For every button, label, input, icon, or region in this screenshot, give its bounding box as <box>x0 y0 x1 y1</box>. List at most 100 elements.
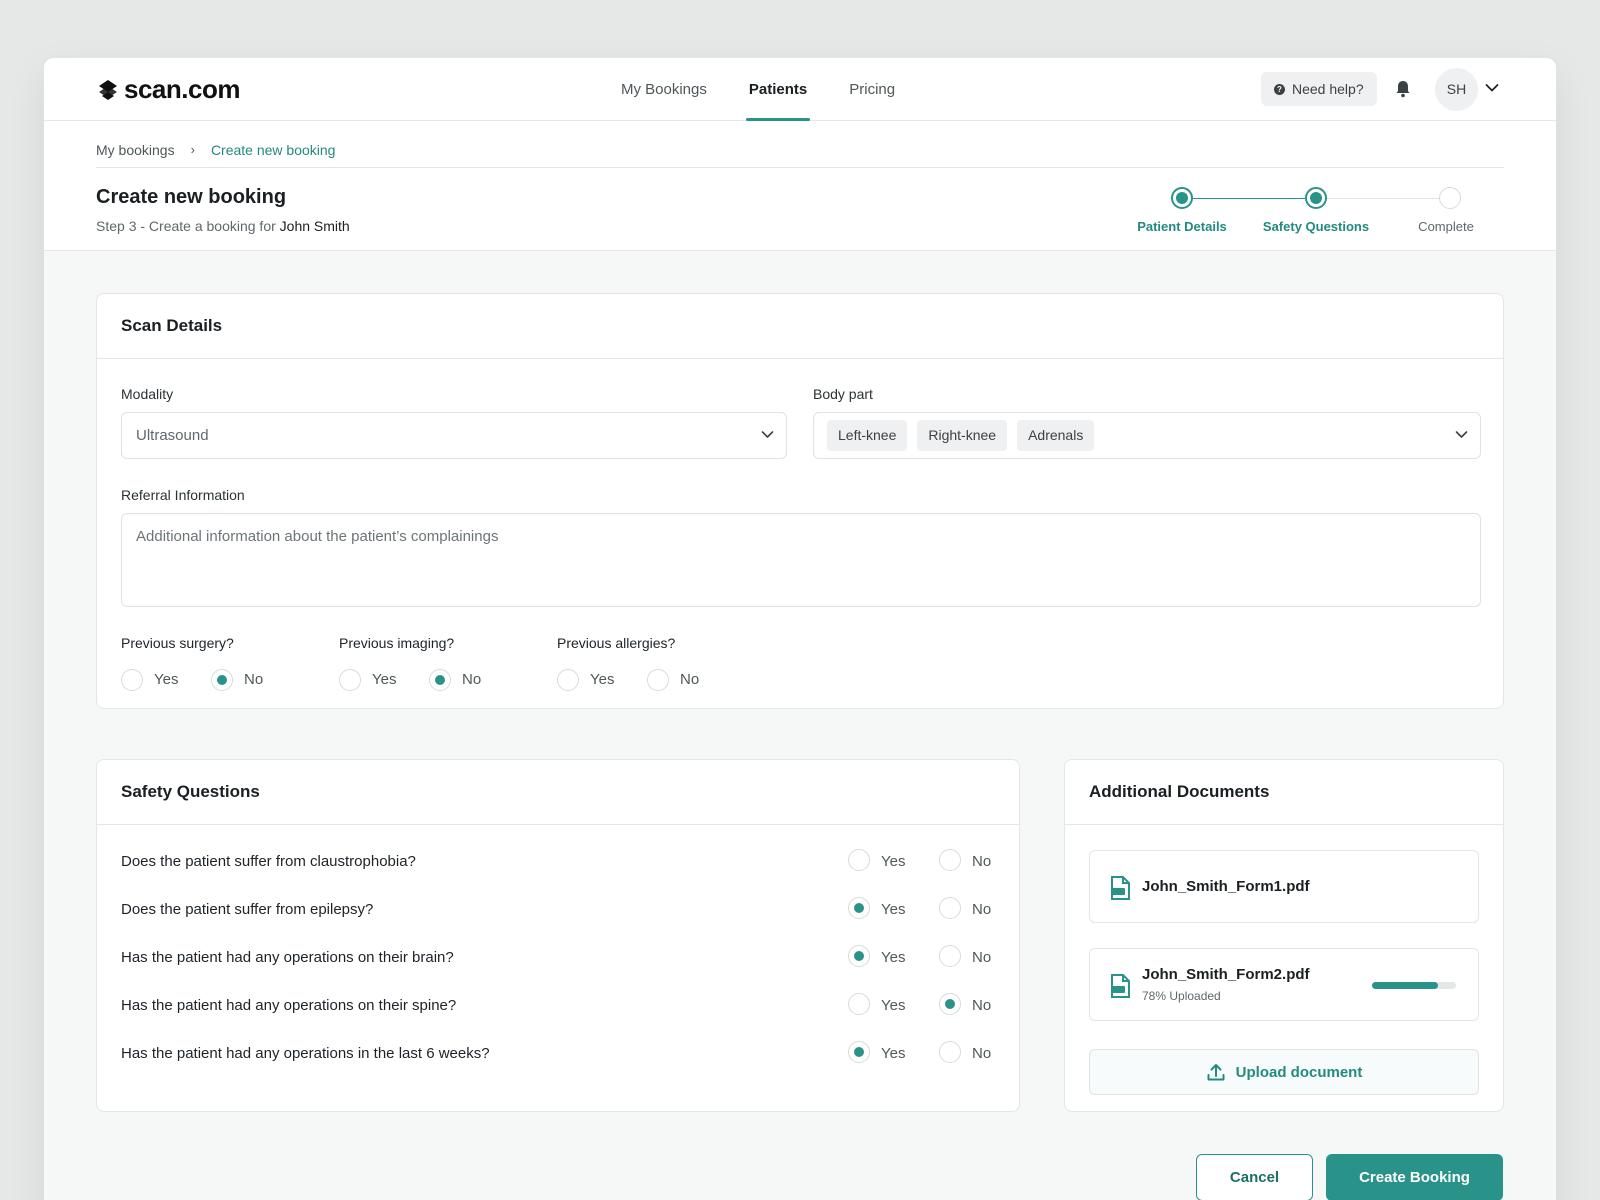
page-title: Create new booking <box>96 186 287 208</box>
additional-documents-card: Additional Documents John_Smith_Form1.pd… <box>1064 759 1504 1112</box>
cancel-button[interactable]: Cancel <box>1196 1154 1313 1200</box>
previous-surgery-label: Previous surgery? <box>121 635 234 651</box>
scan-details-title: Scan Details <box>97 294 1503 359</box>
breadcrumb-current[interactable]: Create new booking <box>211 142 336 158</box>
safety-questions-title: Safety Questions <box>97 760 1019 825</box>
app-window: scan.com My Bookings Patients Pricing ? … <box>44 58 1556 1200</box>
page-subtitle: Step 3 - Create a booking for John Smith <box>96 218 350 234</box>
question-brain-operations: Has the patient had any operations on th… <box>121 949 454 966</box>
referral-textarea[interactable]: Additional information about the patient… <box>121 513 1481 607</box>
step-label-complete: Complete <box>1418 219 1474 234</box>
safety-questions-card: Safety Questions Does the patient suffer… <box>96 759 1020 1112</box>
spine-operations-no-label: No <box>972 997 992 1014</box>
scan-details-card: Scan Details Modality Ultrasound Body pa… <box>96 293 1504 709</box>
step-connector-2 <box>1327 198 1439 199</box>
question-icon: ? <box>1274 83 1285 95</box>
step-dot-safety-questions[interactable] <box>1305 187 1327 209</box>
spine-operations-no-radio[interactable] <box>939 993 961 1015</box>
nav-my-bookings[interactable]: My Bookings <box>600 58 728 121</box>
additional-documents-title: Additional Documents <box>1065 760 1503 825</box>
referral-label: Referral Information <box>121 487 245 503</box>
pdf-file-icon <box>1111 974 1130 998</box>
question-spine-operations: Has the patient had any operations on th… <box>121 997 457 1014</box>
previous-imaging-no-radio[interactable] <box>429 669 451 691</box>
upload-icon <box>1207 1064 1225 1081</box>
previous-imaging-yes-radio[interactable] <box>339 669 361 691</box>
breadcrumb-separator: › <box>190 142 195 157</box>
pdf-file-icon <box>1111 876 1130 900</box>
upload-status: 78% Uploaded <box>1142 989 1221 1003</box>
epilepsy-no-label: No <box>972 901 992 918</box>
modality-label: Modality <box>121 386 174 402</box>
body-part-label: Body part <box>813 386 873 402</box>
previous-allergies-yes-radio[interactable] <box>557 669 579 691</box>
upload-progress-fill <box>1372 982 1438 989</box>
claustrophobia-no-label: No <box>972 853 992 870</box>
previous-allergies-label: Previous allergies? <box>557 635 676 651</box>
body-part-chips: Left-knee Right-knee Adrenals <box>827 420 1095 451</box>
previous-allergies-no-label: No <box>680 671 700 688</box>
question-recent-operations: Has the patient had any operations in th… <box>121 1045 490 1062</box>
user-avatar[interactable]: SH <box>1435 68 1478 111</box>
step-dot-patient-details[interactable] <box>1171 187 1193 209</box>
recent-operations-no-radio[interactable] <box>939 1041 961 1063</box>
epilepsy-no-radio[interactable] <box>939 897 961 919</box>
claustrophobia-no-radio[interactable] <box>939 849 961 871</box>
previous-imaging-yes-label: Yes <box>372 671 397 688</box>
brain-operations-yes-label: Yes <box>881 949 906 966</box>
chevron-down-icon <box>1455 431 1468 438</box>
upload-progress-bar <box>1372 982 1456 989</box>
previous-surgery-yes-label: Yes <box>154 671 179 688</box>
recent-operations-yes-label: Yes <box>881 1045 906 1062</box>
content-area: Scan Details Modality Ultrasound Body pa… <box>44 250 1556 1200</box>
brand-logo[interactable]: scan.com <box>96 74 240 105</box>
spine-operations-yes-radio[interactable] <box>848 993 870 1015</box>
step-connector-1 <box>1193 198 1305 199</box>
claustrophobia-yes-label: Yes <box>881 853 906 870</box>
chevron-down-icon[interactable] <box>1485 83 1499 93</box>
chip-right-knee[interactable]: Right-knee <box>917 420 1008 451</box>
document-item-uploading[interactable]: John_Smith_Form2.pdf 78% Uploaded <box>1089 948 1479 1021</box>
brain-operations-no-label: No <box>972 949 992 966</box>
chip-adrenals[interactable]: Adrenals <box>1017 420 1095 451</box>
previous-surgery-no-label: No <box>244 671 264 688</box>
bell-icon[interactable] <box>1394 79 1412 99</box>
modality-select[interactable]: Ultrasound <box>121 412 787 459</box>
previous-surgery-yes-radio[interactable] <box>121 669 143 691</box>
page-subtitle-prefix: Step 3 - Create a booking for <box>96 218 280 234</box>
upload-document-label: Upload document <box>1235 1063 1363 1081</box>
main-nav: My Bookings Patients Pricing <box>600 58 916 121</box>
claustrophobia-yes-radio[interactable] <box>848 849 870 871</box>
body-part-select[interactable]: Left-knee Right-knee Adrenals <box>813 412 1481 459</box>
nav-patients[interactable]: Patients <box>728 58 828 121</box>
brand-name: scan.com <box>124 74 240 104</box>
document-item[interactable]: John_Smith_Form1.pdf <box>1089 850 1479 923</box>
brain-operations-yes-radio[interactable] <box>848 945 870 967</box>
spine-operations-yes-label: Yes <box>881 997 906 1014</box>
need-help-label: Need help? <box>1292 81 1364 97</box>
previous-imaging-no-label: No <box>462 671 482 688</box>
question-epilepsy: Does the patient suffer from epilepsy? <box>121 901 374 918</box>
previous-imaging-label: Previous imaging? <box>339 635 455 651</box>
chip-left-knee[interactable]: Left-knee <box>827 420 908 451</box>
recent-operations-no-label: No <box>972 1045 992 1062</box>
upload-document-button[interactable]: Upload document <box>1089 1049 1479 1095</box>
brain-operations-no-radio[interactable] <box>939 945 961 967</box>
step-dot-complete[interactable] <box>1439 187 1461 209</box>
previous-surgery-no-radio[interactable] <box>211 669 233 691</box>
recent-operations-yes-radio[interactable] <box>848 1041 870 1063</box>
previous-allergies-no-radio[interactable] <box>647 669 669 691</box>
top-navigation-bar: scan.com My Bookings Patients Pricing ? … <box>44 58 1556 121</box>
nav-pricing[interactable]: Pricing <box>828 58 916 121</box>
epilepsy-yes-label: Yes <box>881 901 906 918</box>
step-label-safety-questions: Safety Questions <box>1262 219 1370 234</box>
brand-logo-icon <box>99 79 117 100</box>
create-booking-button[interactable]: Create Booking <box>1326 1154 1503 1200</box>
breadcrumb-my-bookings[interactable]: My bookings <box>96 142 175 158</box>
need-help-button[interactable]: ? Need help? <box>1261 72 1377 106</box>
breadcrumb: My bookings › Create new booking <box>96 134 1504 168</box>
document-name: John_Smith_Form2.pdf <box>1142 966 1310 983</box>
modality-value: Ultrasound <box>136 427 209 444</box>
epilepsy-yes-radio[interactable] <box>848 897 870 919</box>
progress-stepper: Patient Details Safety Questions Complet… <box>1137 186 1534 242</box>
